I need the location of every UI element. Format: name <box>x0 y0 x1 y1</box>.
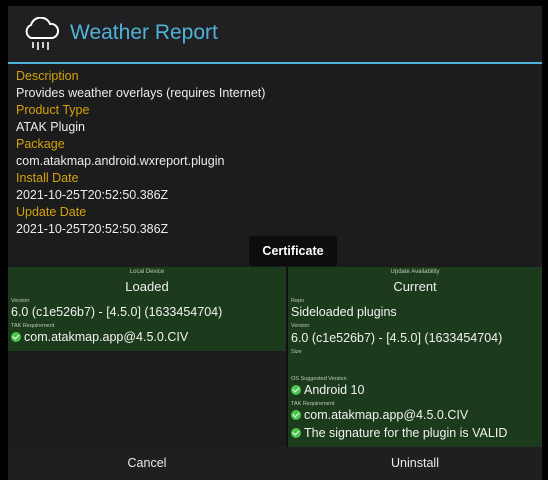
size-label: Size <box>291 349 302 355</box>
title-bar: Weather Report <box>8 6 542 62</box>
description-label: Description <box>16 69 79 83</box>
cancel-button[interactable]: Cancel <box>8 447 286 480</box>
certificate-button[interactable]: Certificate <box>249 236 337 266</box>
package-label: Package <box>16 137 65 151</box>
package-value: com.atakmap.android.wxreport.plugin <box>16 154 225 168</box>
update-availability-panel: Update Availability Current Repo Sideloa… <box>288 267 542 447</box>
title-divider <box>8 62 542 64</box>
update-availability-header: Update Availability <box>390 269 440 275</box>
local-device-header: Local Device <box>129 269 165 275</box>
dialog-title: Weather Report <box>70 21 218 44</box>
local-tak-req-row: com.atakmap.app@4.5.0.CIV <box>11 330 188 344</box>
install-date-value: 2021-10-25T20:52:50.386Z <box>16 188 169 202</box>
repo-label: Repo <box>291 298 305 304</box>
local-status: Loaded <box>125 279 169 294</box>
os-version-row: Android 10 <box>291 383 364 397</box>
cloud-rain-icon <box>25 17 60 50</box>
local-tak-req-label: TAK Requirement <box>11 323 55 329</box>
install-date-label: Install Date <box>16 171 79 185</box>
update-version-value: 6.0 (c1e526b7) - [4.5.0] (1633454704) <box>291 331 503 345</box>
check-icon <box>291 410 301 420</box>
plugin-details-dialog: Weather Report Description Provides weat… <box>8 6 542 480</box>
local-tak-req-value: com.atakmap.app@4.5.0.CIV <box>24 330 189 344</box>
update-status: Current <box>393 279 437 294</box>
update-tak-req-label: TAK Requirement <box>291 401 335 407</box>
description-value: Provides weather overlays (requires Inte… <box>16 86 266 100</box>
update-tak-req-row: com.atakmap.app@4.5.0.CIV <box>291 408 468 422</box>
plugin-info: Description Provides weather overlays (r… <box>16 68 536 238</box>
update-version-label: Version <box>291 323 310 329</box>
product-type-value: ATAK Plugin <box>16 120 86 134</box>
local-device-panel: Local Device Loaded Version 6.0 (c1e526b… <box>8 267 286 351</box>
check-icon <box>291 428 301 438</box>
update-date-label: Update Date <box>16 205 87 219</box>
check-icon <box>291 385 301 395</box>
local-version-value: 6.0 (c1e526b7) - [4.5.0] (1633454704) <box>11 305 223 319</box>
uninstall-button[interactable]: Uninstall <box>288 447 542 480</box>
dialog-footer: Cancel Uninstall <box>8 447 542 480</box>
update-tak-req-value: com.atakmap.app@4.5.0.CIV <box>304 408 469 422</box>
signature-status: The signature for the plugin is VALID <box>304 426 508 440</box>
local-version-label: Version <box>11 298 30 304</box>
repo-value: Sideloaded plugins <box>291 305 397 319</box>
product-type-label: Product Type <box>16 103 90 117</box>
check-icon <box>11 332 21 342</box>
os-version-value: Android 10 <box>304 383 365 397</box>
os-suggested-label: OS Suggested Version <box>291 376 347 382</box>
signature-row: The signature for the plugin is VALID <box>291 426 507 440</box>
